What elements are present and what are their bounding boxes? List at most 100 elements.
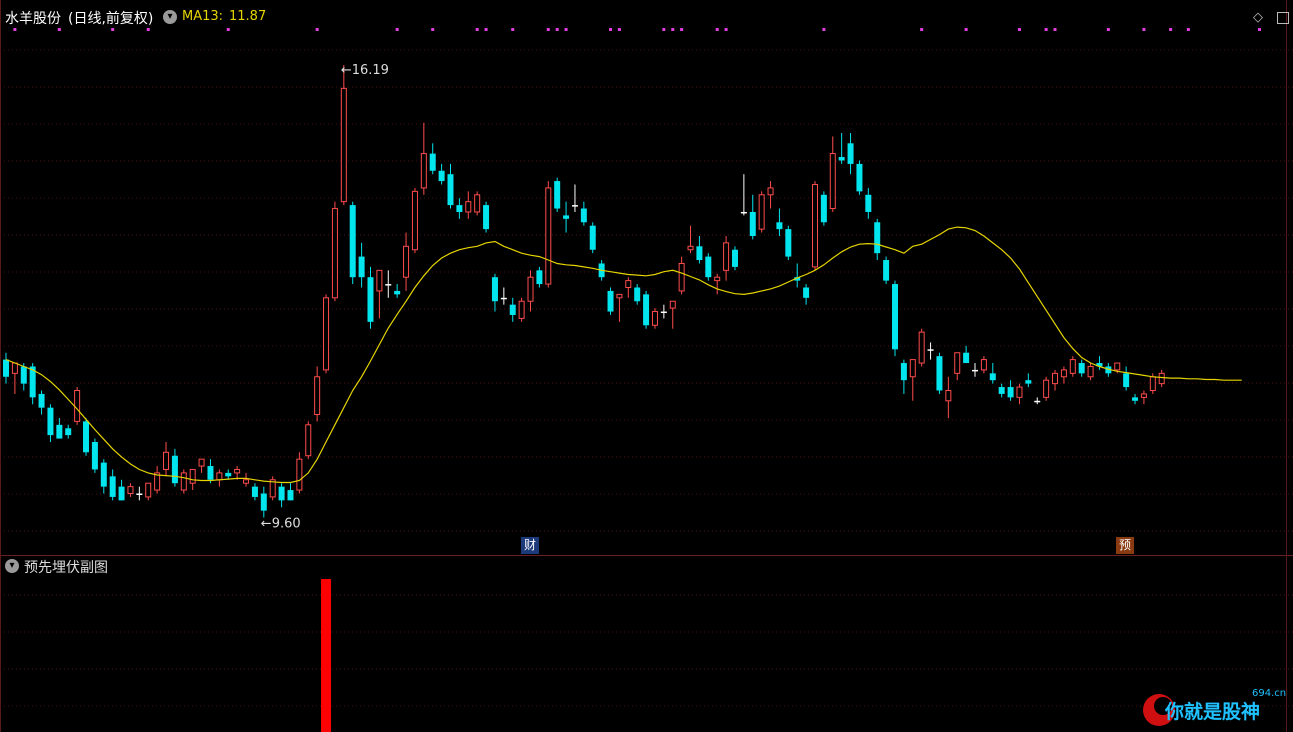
signal-marker [1106,28,1110,31]
candle [589,222,596,254]
candle-body [411,190,418,251]
signal-marker [1169,28,1173,31]
sub-indicator-title: 预先埋伏副图 [24,560,108,576]
signal-marker [671,28,675,31]
candle-body [563,215,570,219]
price-chart-panel[interactable]: ←16.19 ←9.60 水羊股份 (日线,前复权) ▾ MA13: 11.87… [0,0,1293,555]
candle-body [900,363,907,381]
signal-marker [146,28,150,31]
candle-body [554,181,561,209]
signal-marker [1142,28,1146,31]
candle-body [989,373,996,381]
candle-body [118,486,125,501]
candle-body [216,472,223,481]
candle-body [145,482,152,498]
candlestick-chart[interactable]: ←16.19 ←9.60 [0,0,1293,555]
signal-marker [1044,28,1048,31]
watermark-text: 你就是股神 [1164,700,1260,723]
signal-marker [395,28,399,31]
candle [785,225,792,261]
candle-body [536,270,543,285]
candle-body [545,187,552,285]
period-label[interactable]: (日线,前复权) [68,8,153,28]
candle-body [358,256,365,278]
candle-body [811,184,818,268]
candle-body [314,376,321,416]
candle-body [349,205,356,278]
candle [705,253,712,281]
watermark-domain: 694.cn [1252,688,1286,699]
candle-body [323,297,330,371]
candle [883,256,890,285]
candle [180,469,187,494]
candle-body [918,331,925,364]
indicator-menu-icon[interactable]: ▾ [163,10,177,24]
signal-marker [315,28,319,31]
signal-marker [226,28,230,31]
candle-body [483,205,490,230]
candle-body [474,194,481,213]
sub-indicator-panel[interactable]: ▾ 预先埋伏副图 你就是股神 694.cn [0,555,1293,732]
signal-marker [484,28,488,31]
candle-body [127,486,134,494]
candle [811,181,818,271]
candle [349,201,356,285]
candle-body [331,208,338,299]
candle-body [518,300,525,319]
candle-body [705,256,712,278]
sub-signal-bar [321,579,332,732]
sub-indicator-chart[interactable] [0,555,1293,732]
candle-body [500,297,507,300]
candle-body [678,262,685,292]
stock-name[interactable]: 水羊股份 [5,8,61,28]
candle-body [509,304,516,315]
candle-body [723,242,730,271]
watermark-logo: 你就是股神 694.cn [1143,688,1286,726]
signal-marker [511,28,515,31]
candle-body [20,366,27,384]
candle-body [1043,379,1050,398]
candle [83,417,90,456]
forecast-tag[interactable]: 预 [1116,537,1135,554]
candle-body [998,387,1005,394]
signal-marker [475,28,479,31]
maximize-icon[interactable] [1277,12,1289,24]
candle-body [438,170,445,182]
candle-body [38,393,45,408]
candle [545,181,552,288]
signal-marker [57,28,61,31]
candle [483,201,490,233]
candle [731,246,738,271]
signal-marker [111,28,115,31]
candle-body [687,245,694,251]
candle-body [260,493,267,511]
candle-body [625,280,632,288]
candle-body [856,163,863,192]
candle [269,476,276,501]
financial-report-tag-label: 财 [524,538,537,552]
sub-indicator-menu-icon[interactable]: ▾ [5,559,19,573]
candle-body [207,466,214,480]
signal-marker [431,28,435,31]
candle-body [251,486,258,497]
candle-body [954,352,961,374]
candle-body [385,284,392,286]
signal-marker [920,28,924,31]
candle [918,328,925,367]
candle-body [838,157,845,161]
candle-body [731,249,738,267]
candle-body [580,208,587,223]
candle-body [909,359,916,378]
candle-body [491,277,498,302]
signal-marker [546,28,550,31]
financial-report-tag[interactable]: 财 [521,537,540,554]
candle-body [56,424,63,439]
candle-body [1149,376,1156,391]
ma-value: 11.87 [229,9,267,24]
candle-body [163,451,170,470]
candle-body [180,472,187,491]
candle-body [660,311,667,314]
signal-marker [617,28,621,31]
diamond-icon[interactable]: ◇ [1253,11,1263,24]
candle [820,191,827,226]
